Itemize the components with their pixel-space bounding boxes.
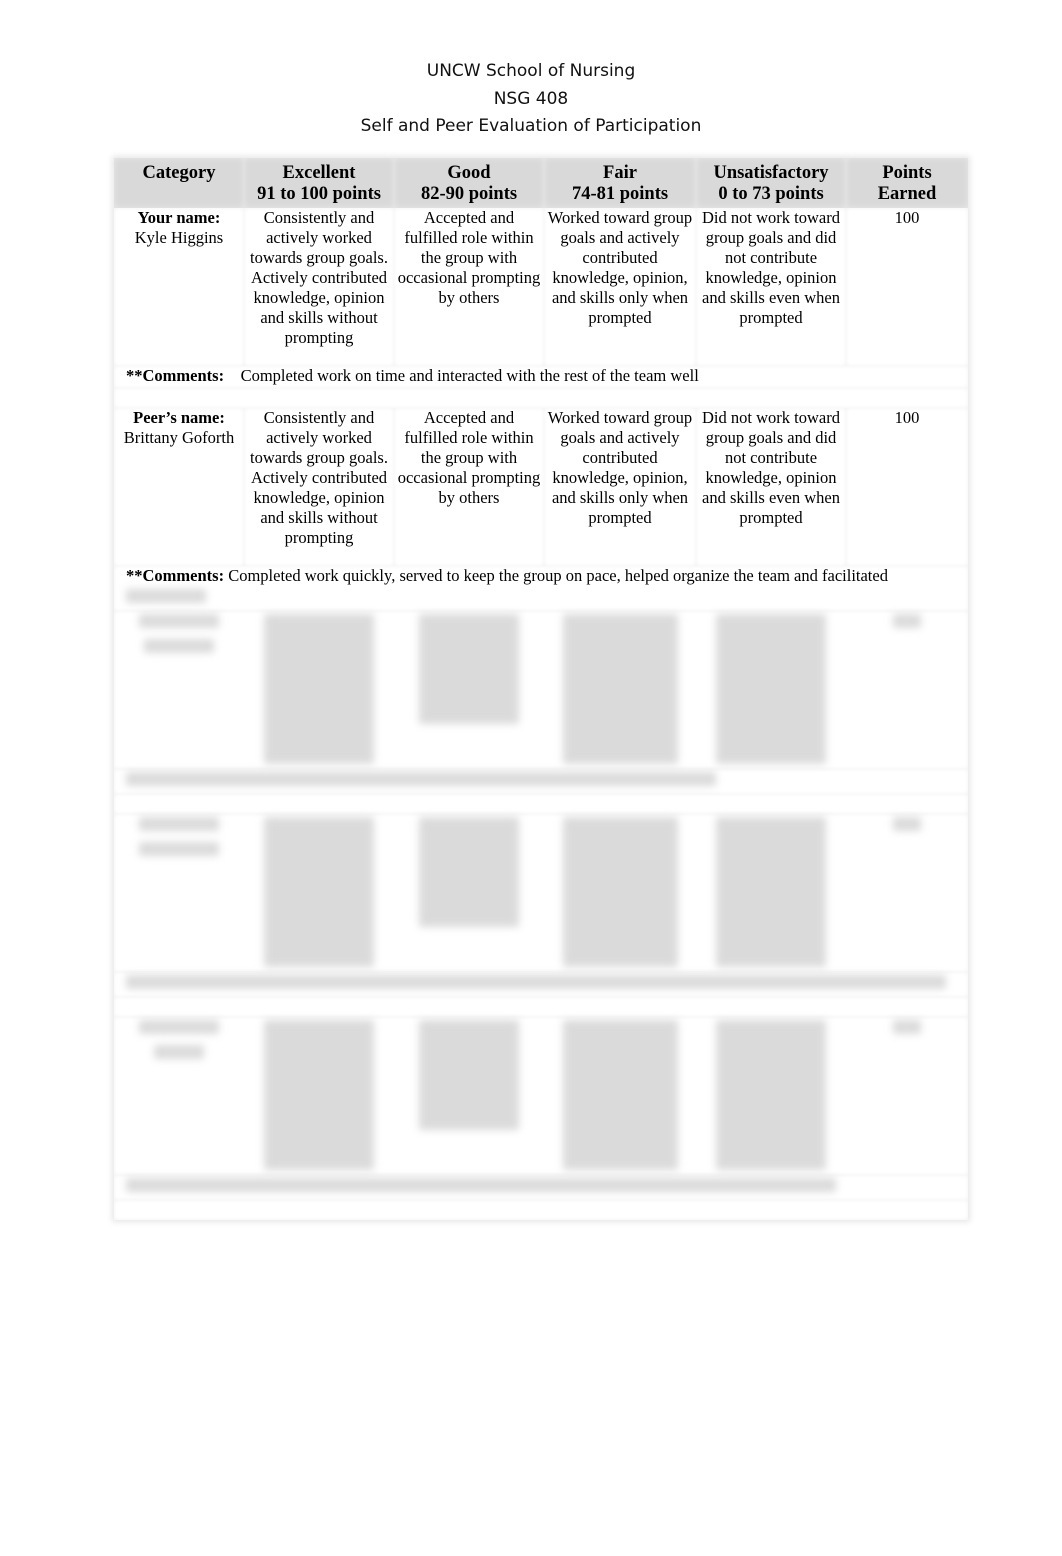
row-spacer bbox=[114, 388, 968, 408]
spacer-cell bbox=[114, 1200, 968, 1220]
comment-label: **Comments: bbox=[126, 366, 225, 385]
row-spacer bbox=[114, 997, 968, 1017]
comment-row-redacted bbox=[114, 972, 968, 997]
course-code: NSG 408 bbox=[493, 88, 569, 109]
comment-cell: **Comments: Completed work on time and i… bbox=[114, 366, 968, 388]
criteria-excellent: Consistently and actively worked towards… bbox=[244, 408, 394, 566]
institution-name: UNCW School of Nursing bbox=[426, 61, 636, 81]
redacted-cell bbox=[114, 1017, 968, 1175]
criteria-excellent: Consistently and actively worked towards… bbox=[244, 208, 394, 366]
header-unsatisfactory: Unsatisfactory 0 to 73 points bbox=[696, 158, 846, 208]
comment-row: **Comments: Completed work on time and i… bbox=[114, 366, 968, 388]
redacted-content bbox=[114, 611, 968, 769]
evaluee-name: Brittany Goforth bbox=[123, 428, 235, 447]
spacer-cell bbox=[114, 997, 968, 1017]
evaluation-table-container: Category Excellent 91 to 100 points Good 8… bbox=[114, 158, 968, 1220]
header-range: 74-81 points bbox=[571, 184, 669, 204]
criteria-fair: Worked toward group goals and actively c… bbox=[544, 408, 696, 566]
comment-row-redacted bbox=[114, 769, 968, 794]
header-label: Points bbox=[882, 163, 932, 183]
spacer-cell bbox=[114, 388, 968, 408]
table-row-redacted bbox=[114, 611, 968, 769]
header-excellent: Excellent 91 to 100 points bbox=[244, 158, 394, 208]
redacted-cell bbox=[114, 611, 968, 769]
comment-row-redacted bbox=[114, 1175, 968, 1200]
redacted-comment-cell bbox=[114, 972, 968, 997]
redacted-content bbox=[114, 1017, 968, 1175]
comment-text: Completed work quickly, served to keep t… bbox=[228, 566, 888, 585]
redacted-content bbox=[114, 814, 968, 972]
row-spacer bbox=[114, 1200, 968, 1220]
comment-row: **Comments: Completed work quickly, serv… bbox=[114, 566, 968, 611]
document-title: Self and Peer Evaluation of Participatio… bbox=[360, 116, 702, 136]
redacted-cell bbox=[114, 814, 968, 972]
redacted-comment-cell bbox=[114, 769, 968, 794]
comment-text-redacted bbox=[126, 589, 206, 610]
criteria-unsatisfactory: Did not work toward group goals and did … bbox=[696, 408, 846, 566]
comment-label: **Comments: bbox=[126, 566, 225, 585]
criteria-good: Accepted and fulfilled role within the g… bbox=[394, 408, 544, 566]
document-header: UNCW School of Nursing NSG 408 Self and … bbox=[0, 58, 1062, 141]
redacted-comment-cell bbox=[114, 1175, 968, 1200]
comment-text: Completed work on time and interacted wi… bbox=[240, 366, 699, 385]
redacted-comment bbox=[126, 1178, 836, 1199]
header-points-earned: Points Earned bbox=[846, 158, 968, 208]
header-category: Category bbox=[114, 158, 244, 208]
header-range: 91 to 100 points bbox=[257, 184, 381, 204]
evaluee-cell: Peer’s name: Brittany Goforth bbox=[114, 408, 244, 566]
row-spacer bbox=[114, 794, 968, 814]
table-row: Your name: Kyle Higgins Consistently and… bbox=[114, 208, 968, 366]
header-range: 0 to 73 points bbox=[718, 184, 824, 204]
header-label: Fair bbox=[603, 163, 637, 183]
evaluee-name: Kyle Higgins bbox=[134, 228, 224, 247]
table-row: Peer’s name: Brittany Goforth Consistent… bbox=[114, 408, 968, 566]
points-earned: 100 bbox=[846, 208, 968, 366]
evaluee-label: Your name: bbox=[137, 208, 221, 227]
criteria-good: Accepted and fulfilled role within the g… bbox=[394, 208, 544, 366]
header-label: Category bbox=[142, 163, 216, 183]
header-range: Earned bbox=[877, 184, 937, 204]
points-earned: 100 bbox=[846, 408, 968, 566]
header-label: Unsatisfactory bbox=[713, 163, 829, 183]
evaluee-cell: Your name: Kyle Higgins bbox=[114, 208, 244, 366]
header-range: 82-90 points bbox=[420, 184, 518, 204]
comment-cell: **Comments: Completed work quickly, serv… bbox=[114, 566, 968, 611]
redacted-comment bbox=[126, 772, 716, 793]
table-header-row: Category Excellent 91 to 100 points Good 8… bbox=[114, 158, 968, 208]
spacer-cell bbox=[114, 794, 968, 814]
header-label: Excellent bbox=[282, 163, 356, 183]
header-good: Good 82-90 points bbox=[394, 158, 544, 208]
header-label: Good bbox=[447, 163, 491, 183]
table-row-redacted bbox=[114, 1017, 968, 1175]
evaluee-label: Peer’s name: bbox=[133, 408, 225, 427]
table-row-redacted bbox=[114, 814, 968, 972]
criteria-unsatisfactory: Did not work toward group goals and did … bbox=[696, 208, 846, 366]
evaluation-rubric-table: Category Excellent 91 to 100 points Good 8… bbox=[114, 158, 968, 1220]
header-fair: Fair 74-81 points bbox=[544, 158, 696, 208]
redacted-comment bbox=[126, 975, 946, 996]
criteria-fair: Worked toward group goals and actively c… bbox=[544, 208, 696, 366]
